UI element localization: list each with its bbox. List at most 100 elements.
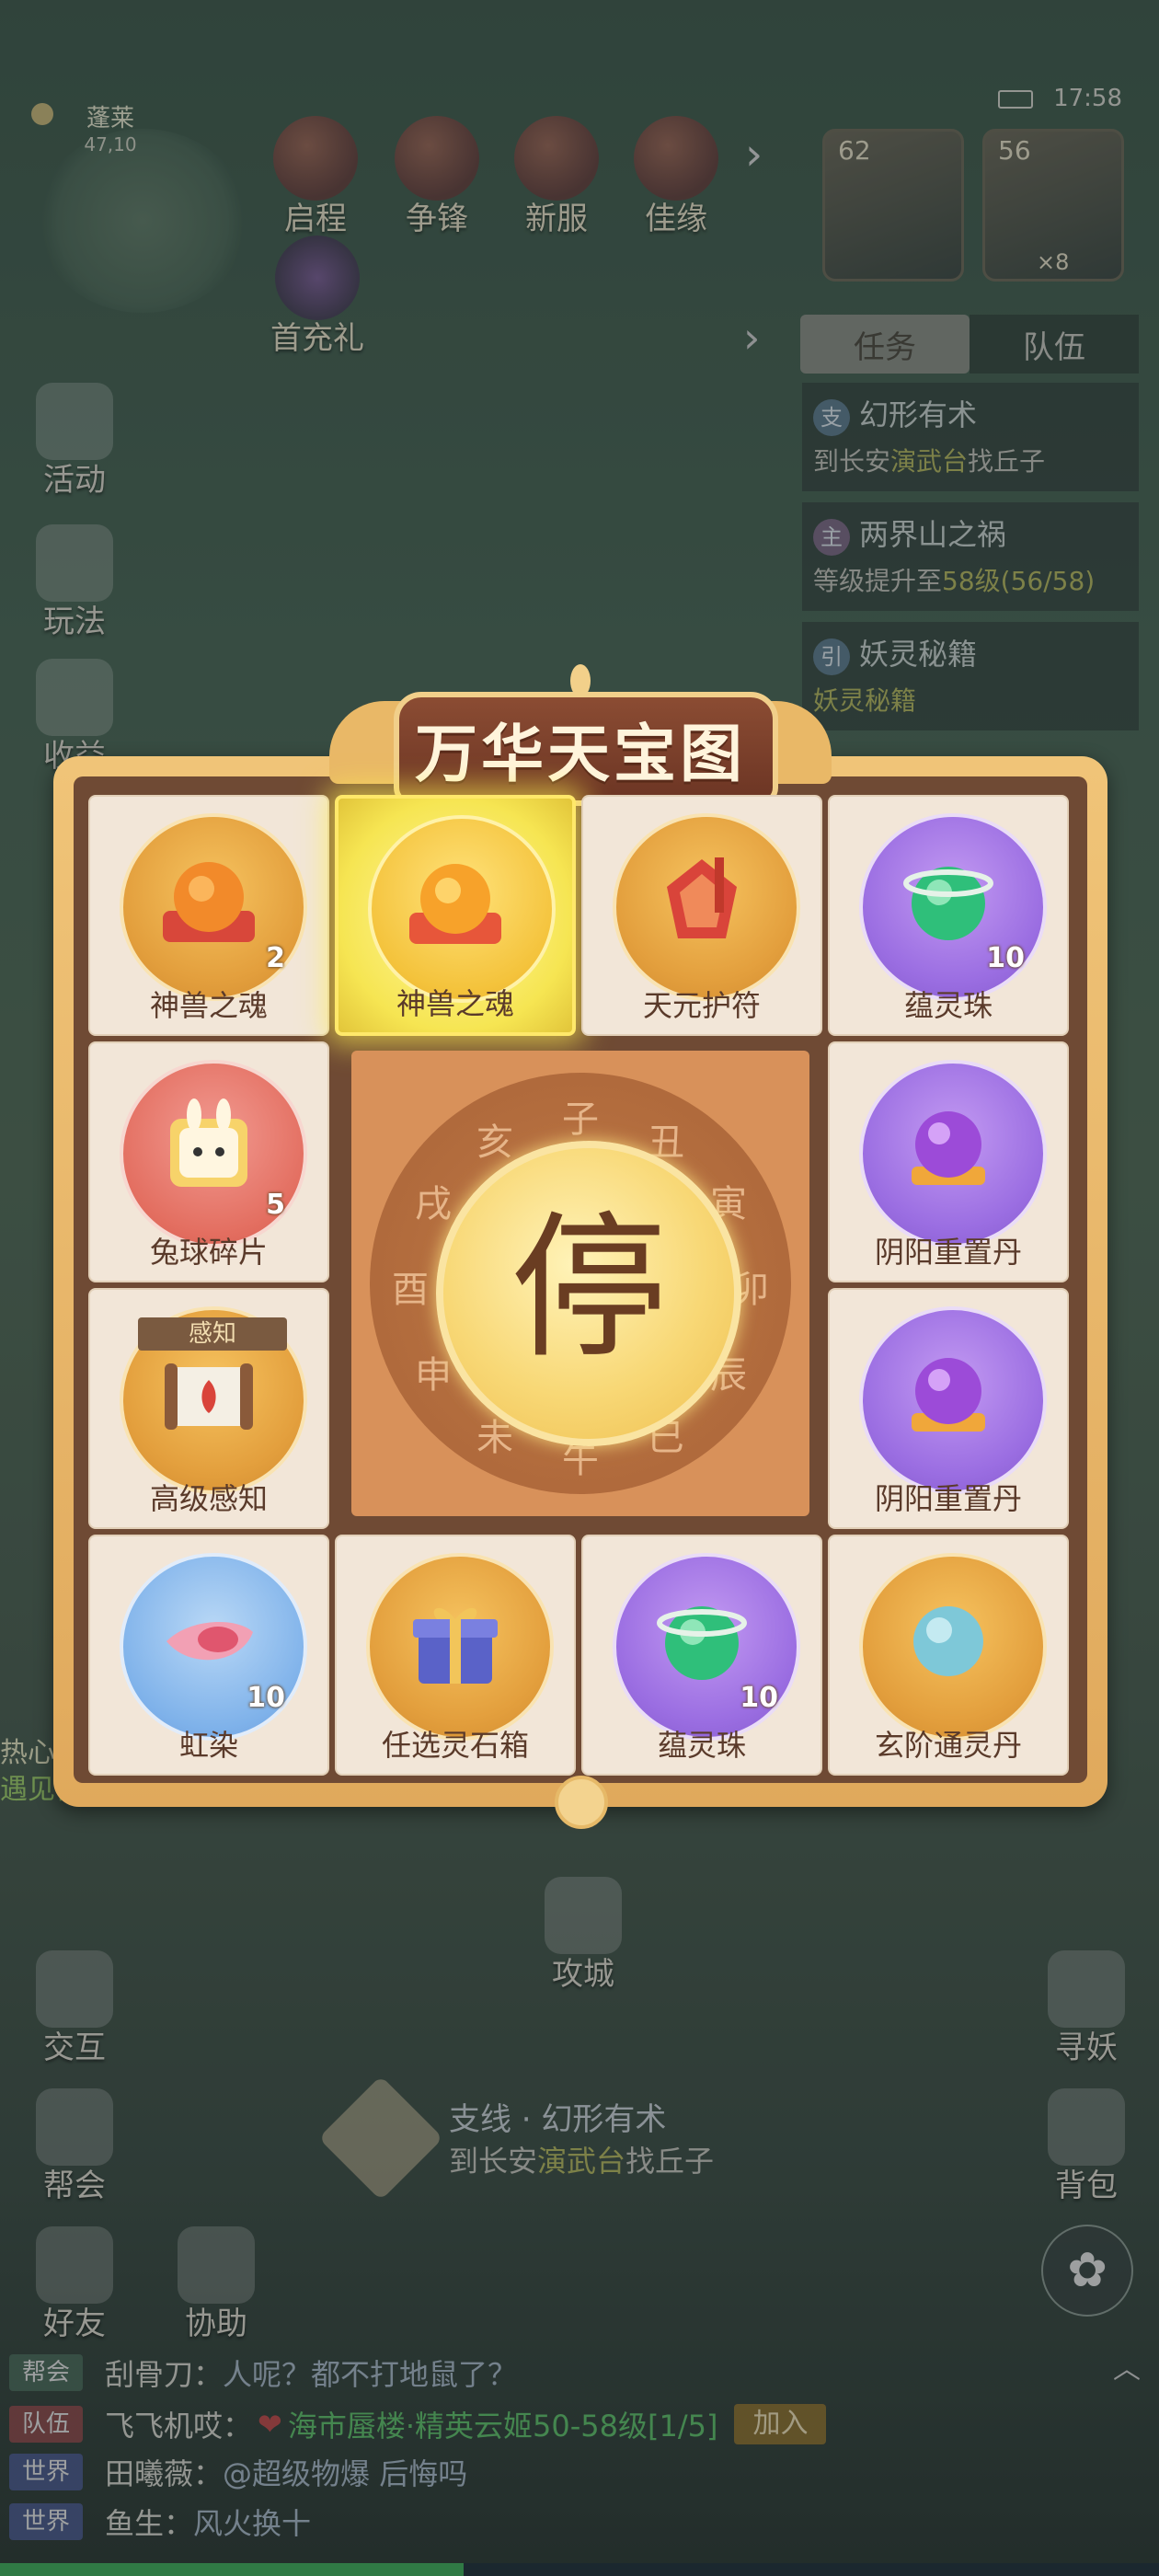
- stop-label: 停: [510, 1198, 667, 1380]
- item-name: 神兽之魂: [149, 988, 268, 1023]
- side-button-bag[interactable]: 背包: [1036, 2088, 1137, 2205]
- chat-channel-tag: 队伍: [9, 2406, 83, 2443]
- spin-wheel-panel: 子 丑 寅 卯 辰 巳 午 未 申 酉 戌 亥 停: [351, 1051, 809, 1516]
- siege-button[interactable]: 攻城: [537, 1877, 629, 1994]
- reward-cell[interactable]: 10 蕴灵珠: [828, 795, 1069, 1036]
- quest-desc: 到长安演武台找丘子: [449, 2138, 714, 2180]
- clock: 17:58: [1053, 85, 1122, 112]
- gameplay-icon: [36, 524, 113, 602]
- spirit-pill-icon: [893, 1586, 1004, 1700]
- side-button-gameplay[interactable]: 玩法: [24, 524, 125, 641]
- item-name: 阴阳重置丹: [874, 1481, 1022, 1516]
- item-count: 2: [266, 942, 285, 974]
- side-button-label: 协助: [185, 2306, 247, 2342]
- exp-bar: [0, 2563, 1159, 2576]
- dialog-banner: 万华天宝图: [329, 664, 832, 806]
- tab-team[interactable]: 队伍: [970, 315, 1139, 374]
- side-button-friends[interactable]: 好友: [24, 2226, 125, 2343]
- hero-level: 56: [998, 135, 1031, 166]
- guild-icon: [36, 2088, 113, 2166]
- chat-line[interactable]: 队伍 飞飞机哎： ❤ 海市蜃楼·精英云姬50-58级[1/5] 加入: [0, 2399, 1159, 2449]
- location-coords: 47,10: [84, 133, 137, 155]
- scroll-icon: [154, 1340, 264, 1454]
- chat-line[interactable]: 帮会 刮骨刀： 人呢？都不打地鼠了？: [0, 2348, 1159, 2398]
- hunt-icon: [1048, 1950, 1125, 2028]
- top-button-journey[interactable]: 启程: [265, 116, 366, 238]
- chat-channel-tag: 世界: [9, 2454, 83, 2490]
- reward-cell[interactable]: 阴阳重置丹: [828, 1288, 1069, 1529]
- side-button-activity[interactable]: 活动: [24, 383, 125, 500]
- side-button-label: 玩法: [43, 604, 106, 640]
- chat-sender: 鱼生：: [105, 2506, 194, 2541]
- quest-title: 支线 · 幻形有术: [449, 2101, 667, 2138]
- task-desc: 到长安: [813, 446, 891, 477]
- hero-level: 62: [838, 135, 871, 166]
- interact-icon: [36, 1950, 113, 2028]
- reward-cell[interactable]: 5 兔球碎片: [88, 1041, 329, 1282]
- item-name: 天元护符: [642, 988, 761, 1023]
- task-desc: 等级提升至: [813, 566, 943, 596]
- side-button-guild[interactable]: 帮会: [24, 2088, 125, 2205]
- expand-chevron-icon[interactable]: ›: [745, 129, 763, 180]
- top-button-match[interactable]: 佳缘: [625, 116, 727, 238]
- reward-cell[interactable]: 玄阶通灵丹: [828, 1535, 1069, 1776]
- tab-tasks[interactable]: 任务: [800, 315, 970, 374]
- side-button-label: 活动: [43, 462, 106, 499]
- chat-line[interactable]: 世界 鱼生： 风火换十: [0, 2497, 1159, 2547]
- banner-gem-icon: [570, 664, 591, 697]
- side-button-label: 好友: [43, 2306, 106, 2342]
- first-recharge-button[interactable]: 首充礼: [258, 236, 377, 358]
- zodiac-char: 子: [562, 1098, 599, 1141]
- task-desc-highlight: 演武台: [890, 446, 969, 477]
- quest-tracker[interactable]: 支线 · 幻形有术 到长安演武台找丘子: [318, 2076, 809, 2201]
- dialog-title: 万华天宝图: [414, 718, 746, 791]
- reward-cell-selected[interactable]: 神兽之魂: [335, 795, 576, 1036]
- chat-sender: 飞飞机哎：: [105, 2409, 253, 2444]
- menu-flower-icon[interactable]: ✿: [1041, 2225, 1133, 2317]
- location-name: 蓬莱: [86, 105, 134, 132]
- item-name: 蕴灵珠: [657, 1728, 746, 1763]
- chat-message: 人呢？都不打地鼠了？: [223, 2357, 518, 2392]
- chat-channel-tag: 帮会: [9, 2354, 83, 2391]
- siege-label: 攻城: [552, 1956, 614, 1993]
- reward-cell[interactable]: 感知 高级感知: [88, 1288, 329, 1529]
- location-label: 蓬莱 47,10: [37, 99, 184, 155]
- reward-cell[interactable]: 天元护符: [581, 795, 822, 1036]
- item-name: 任选灵石箱: [381, 1728, 529, 1763]
- side-button-label: 交互: [43, 2030, 106, 2066]
- task-tag: 主: [813, 519, 850, 556]
- hero-portrait-1[interactable]: 62: [822, 129, 964, 282]
- item-count: 10: [740, 1682, 778, 1714]
- collapse-panel-icon[interactable]: ›: [743, 313, 760, 362]
- reward-cell[interactable]: 10 虹染: [88, 1535, 329, 1776]
- item-name: 兔球碎片: [149, 1235, 268, 1270]
- task-tag: 支: [813, 399, 850, 436]
- minimap[interactable]: [37, 129, 248, 313]
- top-button-new-server[interactable]: 新服: [506, 116, 607, 238]
- quest-desc-text: 到长安: [449, 2144, 538, 2179]
- task-tabs: 任务 队伍: [800, 315, 1139, 374]
- hero-portrait-2[interactable]: 56 ×8: [982, 129, 1124, 282]
- treasure-map-dialog: 万华天宝图 2 神兽之魂 神兽之魂 天元护符 10 蕴灵珠 5 兔球碎片 阴阳重…: [53, 664, 1107, 1829]
- stop-button[interactable]: 停: [436, 1141, 741, 1446]
- reward-cell[interactable]: 2 神兽之魂: [88, 795, 329, 1036]
- reward-cell[interactable]: 任选灵石箱: [335, 1535, 576, 1776]
- join-team-button[interactable]: 加入: [734, 2404, 827, 2444]
- item-count: 10: [247, 1682, 285, 1714]
- chat-line[interactable]: 世界 田曦薇： @超级物爆 后悔吗: [0, 2447, 1159, 2497]
- reward-cell[interactable]: 阴阳重置丹: [828, 1041, 1069, 1282]
- friends-icon: [36, 2226, 113, 2304]
- beast-soul-icon: [400, 848, 511, 962]
- task-item[interactable]: 支幻形有术 到长安演武台找丘子: [802, 383, 1139, 491]
- reward-cell[interactable]: 10 蕴灵珠: [581, 1535, 822, 1776]
- side-button-interact[interactable]: 交互: [24, 1950, 125, 2067]
- quest-desc-text: 找丘子: [625, 2144, 715, 2179]
- item-name: 虹染: [178, 1728, 238, 1763]
- task-desc-highlight: 58级: [942, 566, 1001, 596]
- side-button-label: 帮会: [43, 2168, 106, 2204]
- side-button-hunt[interactable]: 寻妖: [1036, 1950, 1137, 2067]
- task-item[interactable]: 主两界山之祸 等级提升至58级(56/58): [802, 502, 1139, 611]
- top-button-battle[interactable]: 争锋: [386, 116, 488, 238]
- assist-icon: [178, 2226, 255, 2304]
- side-button-assist[interactable]: 协助: [166, 2226, 267, 2343]
